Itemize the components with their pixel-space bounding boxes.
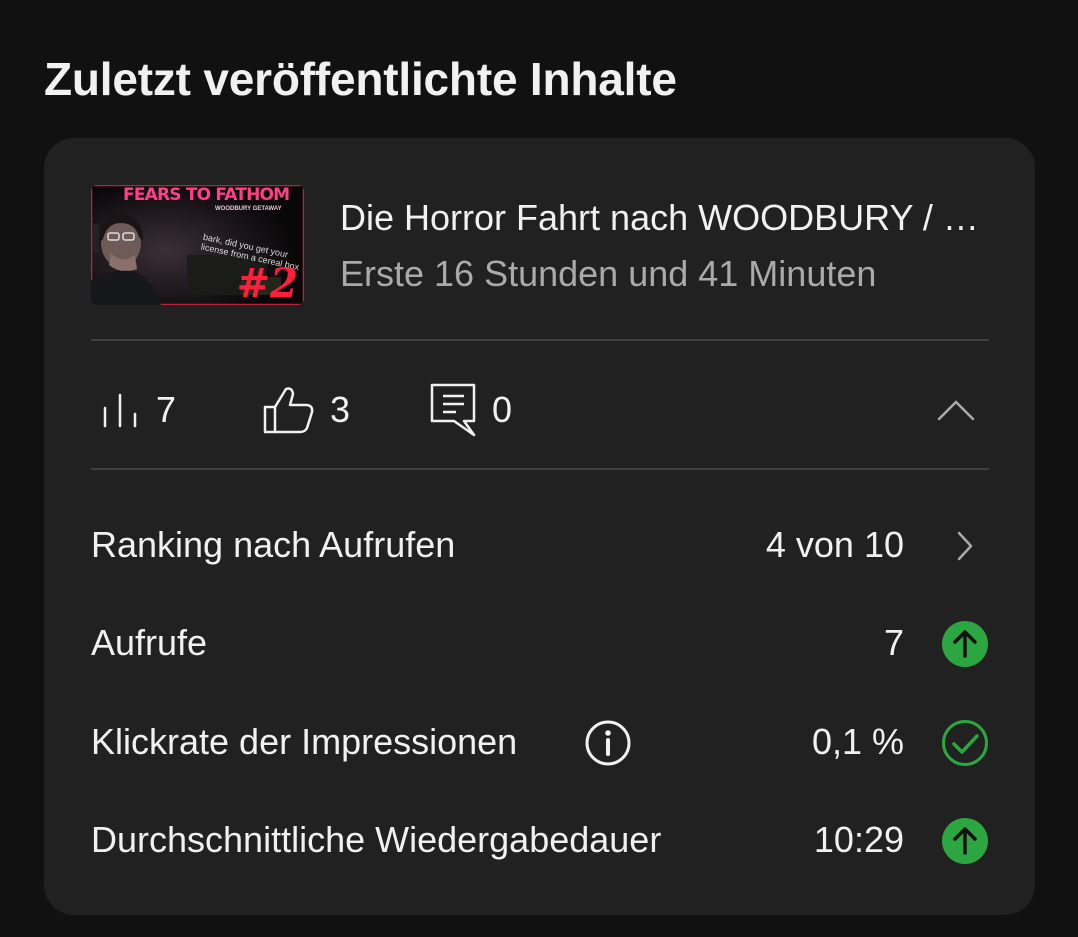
video-item[interactable]: FEARS TO FATHOM WOODBURY GETAWAY bark, d… (91, 185, 989, 305)
metric-label: Durchschnittliche Wiedergabedauer (91, 819, 662, 860)
thumbnail-subtitle: WOODBURY GETAWAY (215, 206, 282, 212)
bar-chart-icon (103, 393, 137, 428)
video-title[interactable]: Die Horror Fahrt nach WOODBURY / Fears t… (340, 197, 989, 239)
metric-value: 7 (883, 622, 904, 663)
metric-row-ranking[interactable]: Ranking nach Aufrufen 4 von 10 (91, 516, 989, 576)
thumbnail-title: FEARS TO FATHOM (123, 185, 290, 205)
divider (91, 468, 989, 470)
metric-label: Ranking nach Aufrufen (91, 524, 456, 565)
metric-row-views: Aufrufe 7 (91, 614, 989, 674)
check-circle-icon (941, 719, 989, 767)
divider (91, 339, 989, 341)
collapse-button[interactable] (928, 386, 984, 434)
chevron-up-icon (937, 400, 975, 421)
likes-stat: 3 (262, 384, 350, 436)
metric-value: 0,1 % (811, 721, 904, 762)
views-count: 7 (156, 389, 177, 430)
recent-content-card: FEARS TO FATHOM WOODBURY GETAWAY bark, d… (44, 138, 1035, 915)
metric-label: Klickrate der Impressionen (91, 721, 518, 762)
comments-count: 0 (492, 389, 513, 430)
likes-count: 3 (330, 389, 351, 430)
chevron-right-icon[interactable] (941, 522, 989, 570)
metric-value: 4 von 10 (765, 524, 904, 565)
comments-stat: 0 (430, 378, 512, 442)
video-thumbnail[interactable]: FEARS TO FATHOM WOODBURY GETAWAY bark, d… (91, 185, 304, 305)
info-icon[interactable] (584, 719, 632, 767)
comment-icon (430, 383, 476, 437)
metric-row-ctr: Klickrate der Impressionen 0,1 % (91, 713, 989, 773)
thumbs-up-icon (263, 387, 314, 434)
metric-value: 10:29 (813, 819, 904, 860)
video-period: Erste 16 Stunden und 41 Minuten (340, 253, 877, 294)
metric-label: Aufrufe (91, 622, 208, 663)
views-stat: 7 (102, 384, 176, 436)
metric-row-avg-duration: Durchschnittliche Wiedergabedauer 10:29 (91, 811, 989, 871)
thumbnail-episode: #2 (236, 260, 298, 305)
arrow-up-circle-icon (941, 817, 989, 865)
section-title: Zuletzt veröffentlichte Inhalte (44, 53, 677, 105)
arrow-up-circle-icon (941, 620, 989, 668)
